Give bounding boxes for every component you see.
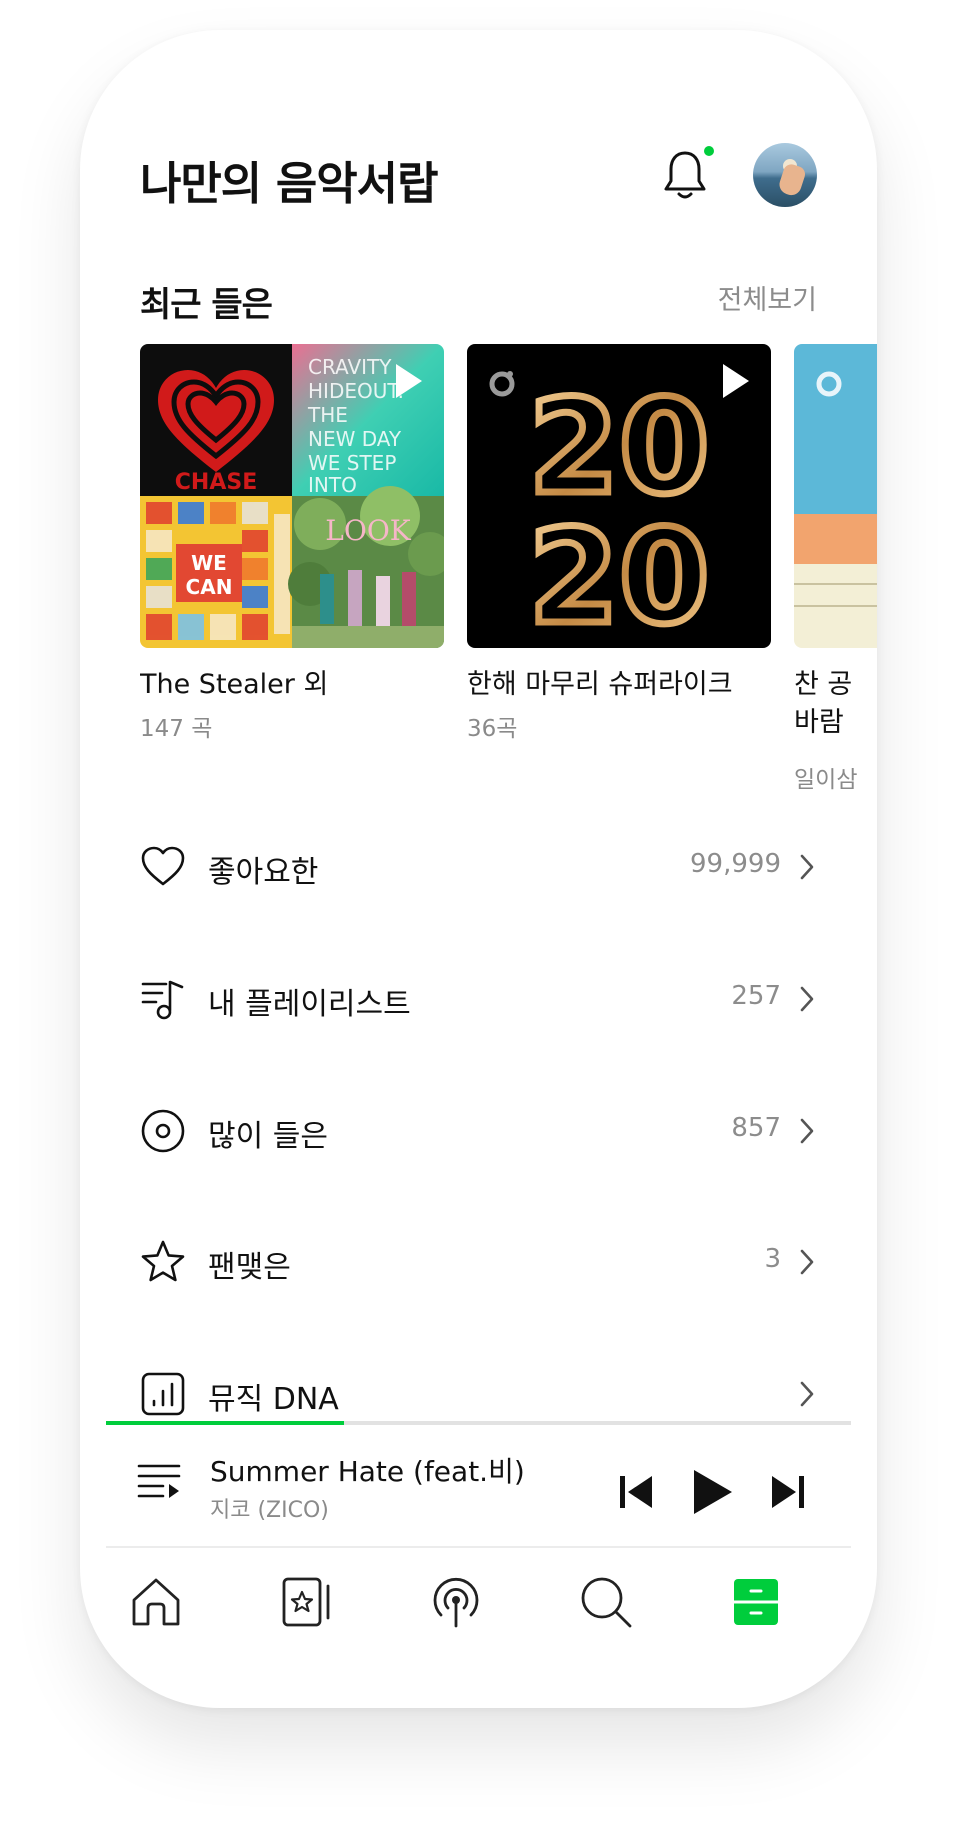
play-icon[interactable] [723,364,749,398]
playback-progress-fill [106,1421,345,1425]
recent-card-title: The Stealer 외 [140,669,329,700]
chevron-right-icon [800,1118,814,1144]
recent-card-3[interactable]: 찬 공 바람 일이삼 [794,344,877,793]
tab-bar-divider [106,1546,851,1548]
cover-text-we: WE [191,551,227,575]
profile-avatar[interactable] [753,143,817,207]
page-title: 나만의 음악서랍 [140,157,438,210]
drawer-icon[interactable] [728,1574,784,1630]
star-card-icon[interactable] [278,1574,334,1630]
menu-count: 99,999 [690,849,781,879]
menu-label: 많이 들은 [208,1119,328,1154]
recent-card-title: 한해 마무리 슈퍼라이크 [467,669,733,700]
recent-card-subtitle: 일이삼 [794,767,858,793]
menu-label: 뮤직 DNA [208,1382,339,1417]
cover-text-look: LOOK [325,514,412,547]
recent-carousel: CHASE CRAVITY HIDEOUT: THE NEW DAY WE ST… [140,344,877,824]
menu-count: 3 [764,1244,781,1274]
see-all-link[interactable]: 전체보기 [718,278,817,317]
cover-text-we-step: WE STEP [308,451,396,475]
menu-count: 857 [731,1113,781,1143]
chevron-right-icon [800,1381,814,1407]
album-cover-collage[interactable]: CHASE CRAVITY HIDEOUT: THE NEW DAY WE ST… [140,344,444,648]
star-icon [141,1240,185,1282]
menu-count: 257 [731,981,781,1011]
menu-fan[interactable]: 팬맺은 3 [140,1233,817,1293]
play-icon[interactable] [690,1467,734,1517]
menu-label: 좋아요한 [208,855,319,890]
cover-text-hideout: HIDEOUT: [308,379,404,403]
podcast-icon[interactable] [428,1574,484,1630]
search-icon[interactable] [578,1574,634,1630]
chevron-right-icon [800,854,814,880]
notification-dot [704,146,714,156]
menu-label: 내 플레이리스트 [208,987,411,1022]
menu-most-played[interactable]: 많이 들은 857 [140,1102,817,1162]
menu-label: 팬맺은 [208,1250,291,1285]
library-screen: 나만의 음악서랍 최근 들은 전체보기 CHASE CRAVITY HIDEOU… [80,30,877,1708]
skip-next-icon[interactable] [770,1472,806,1512]
playback-progress[interactable] [106,1421,851,1425]
chart-icon [141,1372,185,1416]
album-partial-art [794,344,877,648]
recent-card-2[interactable]: 20 20 한해 마무리 슈퍼라이크 36곡 [467,344,771,742]
playlist-icon [141,980,184,1020]
menu-liked[interactable]: 좋아요한 99,999 [140,838,817,898]
cover-text-new-day: NEW DAY [308,427,402,451]
cover-text-chase: CHASE [175,470,257,495]
menu-music-dna[interactable]: 뮤직 DNA [140,1365,817,1425]
disc-icon [141,1109,185,1153]
cover-text-20-bottom: 20 [529,501,710,648]
play-icon[interactable] [396,364,422,398]
recent-card-title-line2: 바람 [794,707,844,738]
recent-card-1[interactable]: CHASE CRAVITY HIDEOUT: THE NEW DAY WE ST… [140,344,444,742]
home-icon[interactable] [128,1574,184,1630]
chevron-right-icon [800,1249,814,1275]
now-playing-artist: 지코 (ZICO) [210,1498,329,1523]
album-cover-2020[interactable]: 20 20 [467,344,771,648]
cover-text-the: THE [307,403,348,427]
recent-card-subtitle: 36곡 [467,716,518,742]
cover-text-into: INTO [308,473,357,497]
skip-previous-icon[interactable] [618,1472,654,1512]
now-playing-title[interactable]: Summer Hate (feat.비) [210,1450,525,1490]
bell-icon[interactable] [663,149,707,201]
heart-icon [141,846,185,886]
avatar-hand [776,162,808,198]
cover-text-can: CAN [186,575,233,599]
chevron-right-icon [800,986,814,1012]
menu-my-playlist[interactable]: 내 플레이리스트 257 [140,970,817,1030]
recent-card-subtitle: 147 곡 [140,716,213,742]
phone-frame: 나만의 음악서랍 최근 들은 전체보기 CHASE CRAVITY HIDEOU… [80,30,877,1708]
recent-card-title-line1: 찬 공 [794,669,853,700]
cover-text-cravity: CRAVITY [308,355,392,379]
album-cover-partial[interactable] [794,344,877,648]
queue-list-icon[interactable] [137,1460,181,1502]
recent-section-title: 최근 들은 [140,285,273,325]
